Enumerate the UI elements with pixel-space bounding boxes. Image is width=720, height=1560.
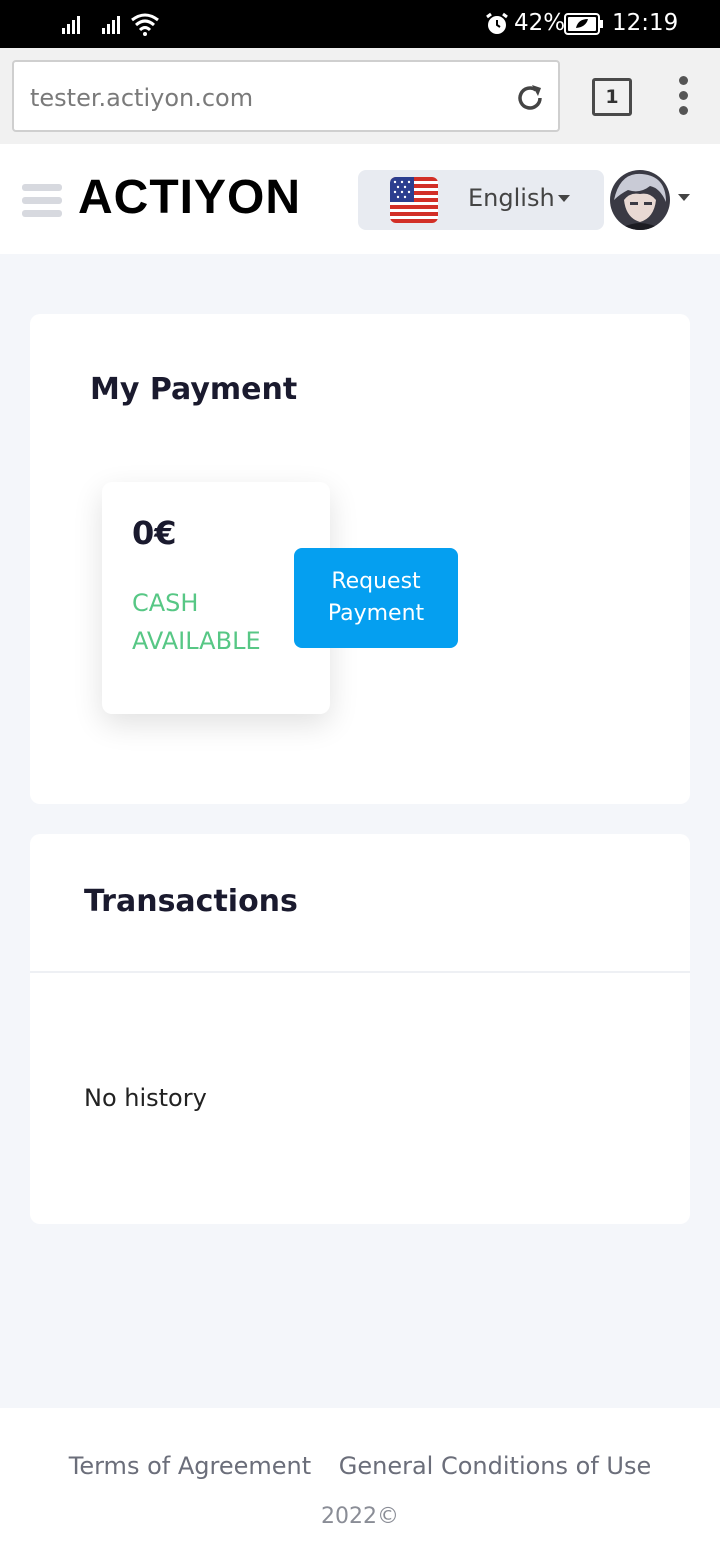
us-flag-icon: [390, 177, 438, 223]
avatar[interactable]: [610, 170, 670, 230]
browser-menu-icon[interactable]: [676, 76, 690, 120]
hamburger-menu-icon[interactable]: [22, 184, 62, 220]
logo[interactable]: ACTIYON: [78, 170, 301, 225]
app-header: ACTIYON English: [0, 144, 720, 254]
footer-links: Terms of Agreement General Conditions of…: [0, 1452, 720, 1480]
language-label: English: [468, 184, 555, 212]
status-bar: 42% 12:19: [0, 0, 720, 48]
transactions-title: Transactions: [84, 884, 298, 919]
address-bar[interactable]: tester.actiyon.com: [12, 60, 560, 132]
cash-amount: 0€: [132, 514, 177, 552]
alarm-icon: [486, 12, 508, 34]
browser-toolbar: tester.actiyon.com 1: [0, 48, 720, 144]
request-payment-button[interactable]: Request Payment: [294, 548, 458, 648]
cell-signal-icon: [102, 16, 120, 34]
payment-title: My Payment: [90, 372, 298, 407]
cell-signal-icon: [62, 16, 80, 34]
empty-history-text: No history: [84, 1084, 207, 1112]
battery-icon: [564, 13, 603, 35]
url-text: tester.actiyon.com: [30, 84, 254, 112]
battery-percentage: 42%: [514, 10, 566, 36]
cash-available-label: CASH AVAILABLE: [132, 589, 261, 655]
divider: [30, 971, 690, 973]
status-time: 12:19: [612, 10, 679, 36]
chevron-down-icon[interactable]: [678, 194, 690, 201]
terms-of-agreement-link[interactable]: Terms of Agreement: [69, 1452, 311, 1480]
general-conditions-link[interactable]: General Conditions of Use: [339, 1452, 651, 1480]
chevron-down-icon: [558, 195, 570, 202]
footer: Terms of Agreement General Conditions of…: [0, 1408, 720, 1560]
wifi-icon: [131, 13, 159, 36]
transactions-card: Transactions No history: [30, 834, 690, 1224]
reload-icon[interactable]: [514, 82, 546, 114]
payment-card: My Payment 0€ CASH AVAILABLE Request Pay…: [30, 314, 690, 804]
copyright-text: 2022©: [321, 1504, 399, 1529]
tab-switcher-button[interactable]: 1: [592, 78, 632, 116]
language-selector[interactable]: English: [358, 170, 604, 230]
